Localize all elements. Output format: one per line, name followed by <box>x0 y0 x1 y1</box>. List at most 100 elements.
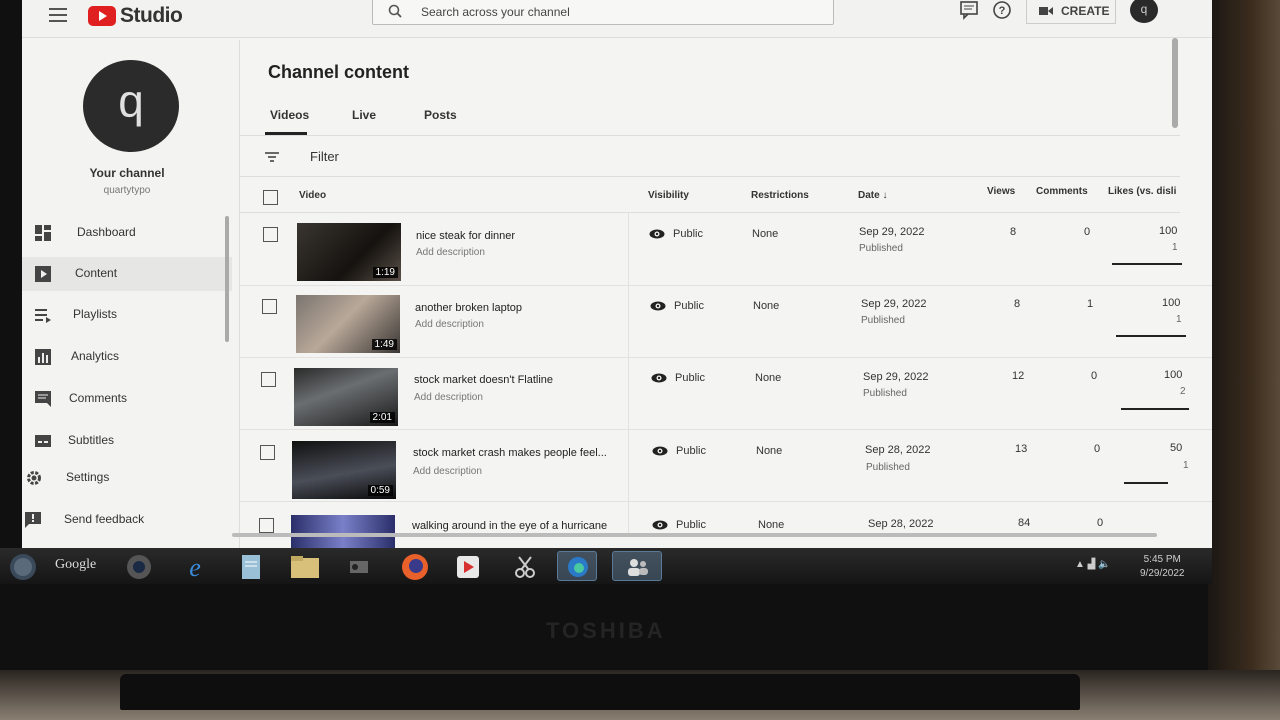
video-title[interactable]: another broken laptop <box>415 302 522 314</box>
menu-icon[interactable] <box>49 8 67 22</box>
subtitles-icon <box>35 435 51 447</box>
video-title[interactable]: walking around in the eye of a hurricane <box>412 520 607 532</box>
edge-icon <box>568 557 588 577</box>
horizontal-scrollbar[interactable] <box>232 533 1157 537</box>
firefox-icon[interactable] <box>400 552 430 582</box>
sidebar-item-content[interactable]: Content <box>22 257 232 291</box>
file-explorer-icon[interactable] <box>290 554 320 580</box>
divider <box>240 212 1180 213</box>
column-header-restrictions: Restrictions <box>751 190 809 201</box>
feedback-icon <box>25 512 41 528</box>
row-checkbox[interactable] <box>259 518 274 533</box>
visibility-value[interactable]: Public <box>676 519 706 531</box>
media-icon[interactable] <box>347 556 373 578</box>
main-scrollbar[interactable] <box>1172 38 1178 128</box>
select-all-checkbox[interactable] <box>263 190 278 205</box>
taskbar-clock[interactable]: 5:45 PM 9/29/2022 <box>1140 553 1185 581</box>
snipping-tool-icon[interactable] <box>511 553 539 581</box>
top-bar: Studio Search across your channel ? CREA… <box>22 0 1212 38</box>
video-title[interactable]: nice steak for dinner <box>416 230 515 242</box>
row-checkbox[interactable] <box>261 372 276 387</box>
help-icon[interactable]: ? <box>992 0 1012 20</box>
visibility-value[interactable]: Public <box>673 228 703 240</box>
channel-title: Your channel <box>89 166 165 180</box>
video-description[interactable]: Add description <box>414 392 483 403</box>
sidebar-item-label: Analytics <box>71 349 120 363</box>
document-icon[interactable] <box>240 554 262 580</box>
tab-videos[interactable]: Videos <box>270 108 309 122</box>
sidebar-item-label: Content <box>75 266 118 280</box>
screen: Studio Search across your channel ? CREA… <box>22 0 1212 548</box>
filter-icon[interactable] <box>265 152 279 162</box>
taskbar-google-label[interactable]: Google <box>55 557 96 573</box>
video-thumbnail[interactable]: 2:01 <box>294 368 398 426</box>
sidebar-item-settings[interactable]: Settings <box>22 461 232 495</box>
video-thumbnail[interactable] <box>291 515 395 548</box>
sidebar-item-subtitles[interactable]: Subtitles <box>22 424 232 458</box>
edge-taskbar-button[interactable] <box>557 551 597 581</box>
tab-live[interactable]: Live <box>352 108 376 122</box>
table-row[interactable]: 1:49 another broken laptop Add descripti… <box>240 286 1212 358</box>
eye-icon <box>651 373 667 383</box>
tab-posts[interactable]: Posts <box>424 108 457 122</box>
analytics-icon <box>35 349 51 365</box>
sidebar-item-dashboard[interactable]: Dashboard <box>22 216 232 250</box>
views-value: 8 <box>1014 298 1021 310</box>
column-header-date[interactable]: Date ↓ <box>858 190 887 201</box>
search-input[interactable]: Search across your channel <box>372 0 834 25</box>
feedback-chat-icon[interactable] <box>959 0 979 20</box>
account-avatar[interactable]: q <box>1130 0 1158 23</box>
table-row[interactable]: 1:19 nice steak for dinner Add descripti… <box>240 214 1212 286</box>
internet-explorer-icon[interactable]: e <box>180 552 210 582</box>
sidebar-item-analytics[interactable]: Analytics <box>22 340 232 374</box>
teams-taskbar-button[interactable] <box>612 551 662 581</box>
table-row[interactable]: 0:59 stock market crash makes people fee… <box>240 430 1212 502</box>
row-checkbox[interactable] <box>263 227 278 242</box>
video-thumbnail[interactable]: 1:19 <box>297 223 401 281</box>
likes-ratio-bar <box>1112 263 1182 265</box>
video-thumbnail[interactable]: 1:49 <box>296 295 400 353</box>
create-label: CREATE <box>1061 4 1110 18</box>
comments-value: 0 <box>1091 370 1098 382</box>
table-row[interactable]: walking around in the eye of a hurricane… <box>240 502 1212 548</box>
video-thumbnail[interactable]: 0:59 <box>292 441 396 499</box>
sidebar-item-send-feedback[interactable]: Send feedback <box>22 503 232 537</box>
likes-ratio-bar <box>1121 408 1189 410</box>
create-button[interactable]: CREATE <box>1026 0 1116 24</box>
sidebar-scrollbar[interactable] <box>225 216 229 342</box>
sidebar-item-playlists[interactable]: Playlists <box>22 298 232 332</box>
monitor-brand-label: TOSHIBA <box>546 618 666 643</box>
dashboard-icon <box>35 225 51 241</box>
video-description[interactable]: Add description <box>413 466 482 477</box>
visibility-value[interactable]: Public <box>674 300 704 312</box>
video-description[interactable]: Add description <box>415 319 484 330</box>
likes-value: 100 <box>1159 225 1178 237</box>
chrome-icon[interactable] <box>125 553 153 581</box>
studio-logo[interactable]: Studio <box>88 4 183 28</box>
start-button-icon[interactable] <box>8 552 38 582</box>
comments-icon <box>35 391 51 407</box>
visibility-value[interactable]: Public <box>676 445 706 457</box>
comments-value: 0 <box>1094 443 1101 455</box>
search-icon <box>388 4 402 18</box>
sidebar-item-comments[interactable]: Comments <box>22 382 232 416</box>
views-value: 8 <box>1010 226 1017 238</box>
table-row[interactable]: 2:01 stock market doesn't Flatline Add d… <box>240 358 1212 430</box>
visibility-value[interactable]: Public <box>675 372 705 384</box>
video-player-icon[interactable] <box>455 554 481 580</box>
video-title[interactable]: stock market crash makes people feel... <box>413 447 607 459</box>
likes-value: 100 <box>1162 297 1181 309</box>
page-title: Channel content <box>268 62 410 82</box>
row-checkbox[interactable] <box>262 299 277 314</box>
video-title[interactable]: stock market doesn't Flatline <box>414 374 553 386</box>
filter-input[interactable]: Filter <box>310 149 339 164</box>
row-checkbox[interactable] <box>260 445 275 460</box>
date-value: Sep 29, 2022 <box>861 298 927 310</box>
channel-avatar[interactable]: q <box>83 60 179 152</box>
column-header-likes: Likes (vs. disli <box>1108 186 1177 197</box>
publish-status: Published <box>866 462 910 473</box>
system-tray-icons[interactable]: ▲ ▟ 🔈 <box>1075 559 1111 570</box>
column-header-video: Video <box>299 190 327 201</box>
video-description[interactable]: Add description <box>416 247 485 258</box>
column-header-visibility: Visibility <box>648 190 689 201</box>
